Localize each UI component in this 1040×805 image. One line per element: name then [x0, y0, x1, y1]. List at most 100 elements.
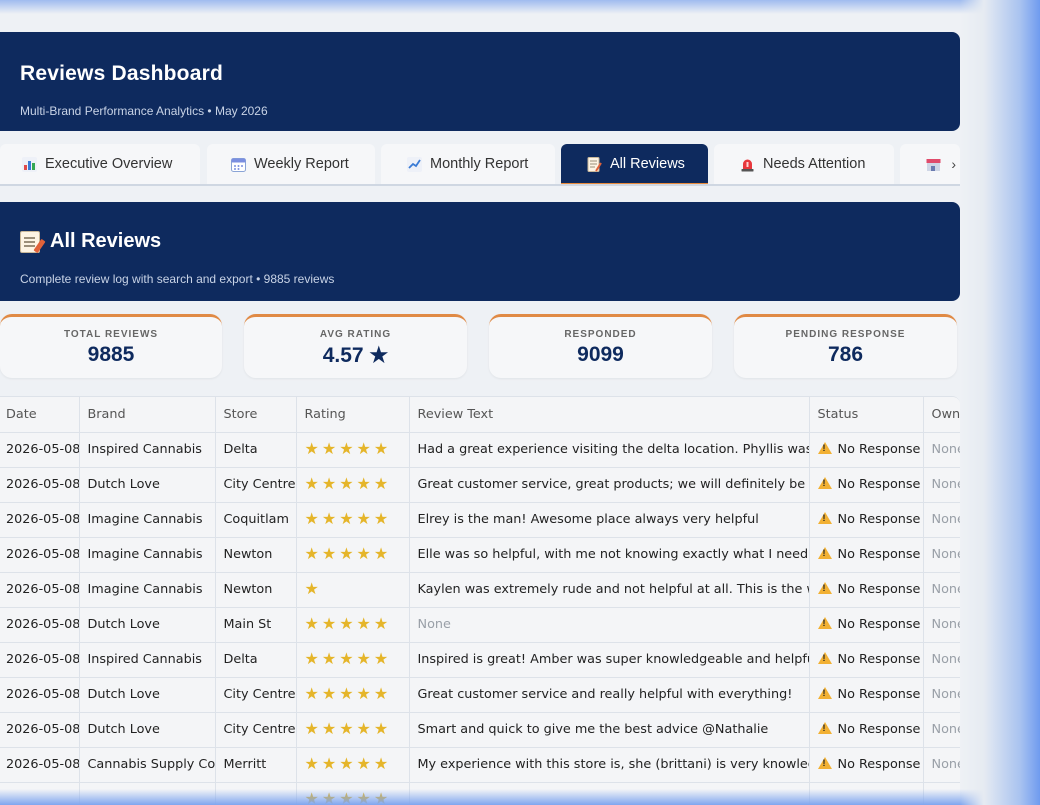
rating-stars: ★ ★ ★ ★ ★: [305, 686, 389, 702]
cell-status: No Response: [809, 467, 924, 503]
bar-chart-icon: [22, 156, 37, 172]
table-row[interactable]: 2026-05-08Dutch LoveMain St★★★★★NoneNo R…: [0, 607, 960, 643]
siren-icon: [740, 157, 755, 172]
table-row[interactable]: 2026-05-08 Dutch Love City Centre ★ ★ ★ ★ ★ Smar…: [0, 712, 960, 748]
star-icon: ★: [356, 474, 371, 493]
column-header-date[interactable]: Date: [0, 397, 80, 433]
table-body: 2026-05-08 Inspired Cannabis Delta ★ ★ ★ ★ ★ Had…: [0, 432, 960, 805]
cell-brand: Dutch Love: [79, 467, 216, 503]
star-icon: ★: [304, 439, 319, 458]
star-icon: ★: [339, 649, 354, 668]
table-row[interactable]: 2026-05-08 Imagine Cannabis Newton ★ ★ ★ ★ ★ Ell…: [0, 537, 960, 573]
cell-status: No Response: [809, 747, 924, 783]
cell-brand: Imagine Cannabis: [79, 502, 216, 538]
tab-monthly-report[interactable]: Monthly Report: [381, 144, 555, 184]
tab-label: All Reviews: [610, 156, 685, 172]
table-row[interactable]: 2026-05-08 Dutch Love City Centre ★ ★ ★ ★ ★ Grea…: [0, 467, 960, 503]
cell-rating: ★ ★ ★ ★ ★: [296, 467, 410, 503]
cell-status: No Response: [809, 677, 924, 713]
tab-all-reviews[interactable]: All Reviews: [561, 144, 708, 184]
status-label: No Response: [837, 617, 921, 632]
cell-date: 2026-05-08: [0, 712, 80, 748]
rating-stars: ★ ★ ★ ★ ★: [305, 791, 389, 805]
tab-label: Executive Overview: [45, 156, 173, 172]
status-label: No Response: [837, 582, 921, 597]
column-header-status[interactable]: Status: [809, 397, 924, 433]
cell-status: No Response: [809, 432, 924, 468]
warning-icon: [817, 687, 832, 699]
cell-brand: Dutch Love: [79, 677, 216, 713]
cell-status: No Response: [809, 712, 924, 748]
star-icon: ★: [321, 509, 337, 528]
table-row[interactable]: ★ ★ ★ ★ ★: [0, 782, 960, 805]
cell-status: No Response: [809, 642, 924, 678]
chevron-right-icon[interactable]: ›: [951, 156, 956, 172]
stat-label: PENDING RESPONSE: [785, 329, 906, 340]
cell-store: City Centre: [215, 712, 297, 748]
warning-icon: [817, 757, 832, 769]
status-label: No Response: [837, 477, 921, 492]
star-icon: ★: [304, 754, 319, 773]
star-icon: ★: [356, 754, 371, 773]
dashboard-title: Reviews Dashboard: [20, 62, 223, 85]
stat-avg-rating: AVG RATING 4.57 ★: [244, 314, 467, 378]
cell-brand: Dutch Love: [79, 712, 216, 748]
table-row[interactable]: 2026-05-08 Inspired Cannabis Delta ★ ★ ★ ★ ★ Ins…: [0, 642, 960, 678]
star-icon: ★: [356, 684, 371, 703]
cell-owner: None: [923, 502, 960, 538]
table-row[interactable]: 2026-05-08 Dutch Love City Centre ★ ★ ★ ★ ★ Grea…: [0, 677, 960, 713]
star-icon: ★: [373, 684, 389, 703]
table-row[interactable]: 2026-05-08 Cannabis Supply Co. Merritt ★ ★ ★ ★…: [0, 747, 960, 783]
column-header-brand[interactable]: Brand: [79, 397, 216, 433]
cell-date: 2026-05-08: [0, 502, 80, 538]
tab-bar: Executive Overview Weekly Report Monthly…: [0, 144, 960, 186]
star-icon: ★: [304, 544, 319, 563]
cell-store: City Centre: [215, 467, 297, 503]
cell-review-text: Elrey is the man! Awesome place always v…: [409, 502, 810, 538]
rating-stars: ★ ★ ★ ★ ★: [305, 721, 389, 737]
stat-value: 9885: [87, 343, 135, 366]
cell-rating: ★ ★ ★ ★ ★: [296, 432, 410, 468]
cell-date: 2026-05-08: [0, 432, 80, 468]
column-header-rating[interactable]: Rating: [296, 397, 410, 433]
table-row[interactable]: 2026-05-08 Imagine Cannabis Newton ★ Kaylen …: [0, 572, 960, 608]
star-icon: ★: [321, 544, 337, 563]
cell-date: 2026-05-08: [0, 537, 80, 573]
cell-owner: [923, 782, 960, 805]
column-header-store[interactable]: Store: [215, 397, 297, 433]
status-label: No Response: [837, 652, 921, 667]
cell-rating: ★ ★ ★ ★ ★: [296, 782, 410, 805]
table-row[interactable]: 2026-05-08 Inspired Cannabis Delta ★ ★ ★ ★ ★ Had…: [0, 432, 960, 468]
cell-store: Newton: [215, 537, 297, 573]
warning-icon: [817, 477, 832, 489]
status-label: No Response: [837, 442, 921, 457]
store-icon: [926, 157, 941, 172]
star-icon: ★: [304, 789, 319, 805]
rating-stars: ★: [305, 581, 319, 597]
tab-executive-overview[interactable]: Executive Overview: [0, 144, 200, 184]
cell-brand: Cannabis Supply Co.: [79, 747, 216, 783]
star-icon: ★: [339, 684, 354, 703]
star-icon: ★: [356, 614, 371, 633]
section-subtitle: Complete review log with search and expo…: [20, 272, 335, 286]
column-header-review-text[interactable]: Review Text: [409, 397, 810, 433]
stat-label: RESPONDED: [564, 329, 637, 340]
star-icon: ★: [339, 474, 354, 493]
star-icon: ★: [356, 649, 371, 668]
cell-owner: None: [923, 642, 960, 678]
tab-needs-attention[interactable]: Needs Attention: [714, 144, 894, 184]
star-icon: ★: [321, 684, 337, 703]
section-title-text: All Reviews: [50, 230, 162, 252]
tab-weekly-report[interactable]: Weekly Report: [207, 144, 375, 184]
column-header-owner[interactable]: Owner: [923, 397, 960, 433]
tab-label: Monthly Report: [430, 156, 529, 172]
status-label: No Response: [837, 757, 921, 772]
star-icon: ★: [373, 789, 389, 805]
cell-owner: None: [923, 712, 960, 748]
status-label: No Response: [837, 547, 921, 562]
reviews-table-container[interactable]: Date Brand Store Rating Review Text Stat…: [0, 396, 960, 805]
cell-owner: None: [923, 467, 960, 503]
cell-store: City Centre: [215, 677, 297, 713]
table-row[interactable]: 2026-05-08 Imagine Cannabis Coquitlam ★ ★ ★ ★ ★…: [0, 502, 960, 538]
star-icon: ★: [321, 754, 337, 773]
